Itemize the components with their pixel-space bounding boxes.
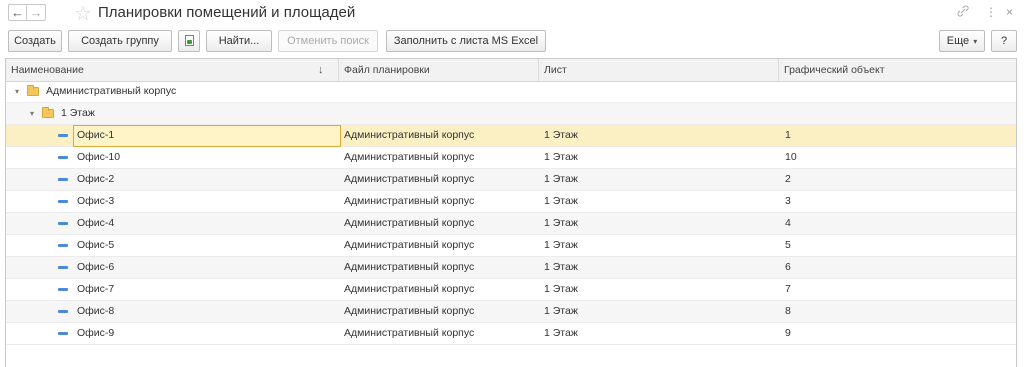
graphic-object-cell[interactable]: 7 — [785, 279, 791, 300]
sheet-cell[interactable]: 1 Этаж — [544, 257, 578, 278]
column-header-name[interactable]: Наименование — [6, 59, 340, 81]
back-button[interactable]: ← — [8, 4, 27, 21]
toolbar: Создать Создать группу Найти... Отменить… — [0, 30, 1024, 52]
file-cell[interactable]: Административный корпус — [344, 169, 474, 190]
sheet-cell[interactable]: 1 Этаж — [544, 323, 578, 344]
create-group-button[interactable]: Создать группу — [68, 30, 172, 52]
page-title: Планировки помещений и площадей — [98, 4, 356, 21]
link-icon-svg — [957, 5, 969, 17]
name-cell[interactable]: Офис-4 — [77, 213, 114, 234]
sheet-cell[interactable]: 1 Этаж — [544, 301, 578, 322]
item-icon — [58, 310, 68, 313]
group-label: 1 Этаж — [61, 107, 95, 119]
file-cell[interactable]: Административный корпус — [344, 301, 474, 322]
file-cell[interactable]: Административный корпус — [344, 147, 474, 168]
help-button[interactable]: ? — [991, 30, 1017, 52]
file-cell[interactable]: Административный корпус — [344, 235, 474, 256]
file-cell[interactable]: Административный корпус — [344, 323, 474, 344]
group-row[interactable]: ▾ Административный корпус — [6, 81, 1016, 103]
title-bar: ← → ☆ Планировки помещений и площадей ⋮ … — [0, 0, 1024, 26]
table-row[interactable]: Офис-6 Административный корпус 1 Этаж 6 — [6, 257, 1016, 279]
table-row[interactable]: Офис-9 Административный корпус 1 Этаж 9 — [6, 323, 1016, 345]
graphic-object-cell[interactable]: 2 — [785, 169, 791, 190]
sort-arrow-icon: ↓ — [318, 64, 324, 76]
find-button[interactable]: Найти... — [206, 30, 272, 52]
close-icon[interactable]: × — [1006, 5, 1013, 19]
name-cell[interactable]: Офис-5 — [77, 235, 114, 256]
table-row[interactable]: Офис-8 Административный корпус 1 Этаж 8 — [6, 301, 1016, 323]
name-cell[interactable]: Офис-1 — [77, 125, 114, 146]
table-row[interactable]: Офис-5 Административный корпус 1 Этаж 5 — [6, 235, 1016, 257]
item-icon — [58, 332, 68, 335]
sheet-cell[interactable]: 1 Этаж — [544, 191, 578, 212]
item-icon — [58, 288, 68, 291]
name-cell[interactable]: Офис-7 — [77, 279, 114, 300]
column-header-sheet[interactable]: Лист — [539, 59, 779, 81]
expand-toggle-icon[interactable]: ▾ — [15, 81, 19, 102]
name-cell[interactable]: Офис-2 — [77, 169, 114, 190]
document-icon — [184, 35, 194, 46]
table-row[interactable]: Офис-7 Административный корпус 1 Этаж 7 — [6, 279, 1016, 301]
create-button[interactable]: Создать — [8, 30, 62, 52]
name-cell[interactable]: Офис-9 — [77, 323, 114, 344]
file-cell[interactable]: Административный корпус — [344, 191, 474, 212]
expand-toggle-icon[interactable]: ▾ — [30, 103, 34, 124]
graphic-object-cell[interactable]: 8 — [785, 301, 791, 322]
table-row[interactable]: Офис-10 Административный корпус 1 Этаж 1… — [6, 147, 1016, 169]
table-row[interactable]: Офис-3 Административный корпус 1 Этаж 3 — [6, 191, 1016, 213]
more-label: Еще — [946, 35, 970, 47]
file-cell[interactable]: Административный корпус — [344, 279, 474, 300]
cancel-search-button[interactable]: Отменить поиск — [278, 30, 378, 52]
favorite-star-icon[interactable]: ☆ — [74, 1, 92, 26]
table-row[interactable]: Офис-2 Административный корпус 1 Этаж 2 — [6, 169, 1016, 191]
item-icon — [58, 266, 68, 269]
more-button[interactable]: Еще ▾ — [939, 30, 985, 52]
file-cell[interactable]: Административный корпус — [344, 257, 474, 278]
name-cell[interactable]: Офис-6 — [77, 257, 114, 278]
graphic-object-cell[interactable]: 3 — [785, 191, 791, 212]
sheet-cell[interactable]: 1 Этаж — [544, 279, 578, 300]
graphic-object-cell[interactable]: 6 — [785, 257, 791, 278]
column-header-graphic-object[interactable]: Графический объект — [779, 59, 1016, 81]
copy-button[interactable] — [178, 30, 200, 52]
item-icon — [58, 134, 68, 137]
graphic-object-cell[interactable]: 9 — [785, 323, 791, 344]
name-cell[interactable]: Офис-3 — [77, 191, 114, 212]
sheet-cell[interactable]: 1 Этаж — [544, 169, 578, 190]
chevron-down-icon: ▾ — [973, 37, 978, 46]
table-header: Наименование ↓ Файл планировки Лист Граф… — [6, 59, 1016, 82]
folder-icon — [42, 107, 54, 118]
sheet-cell[interactable]: 1 Этаж — [544, 213, 578, 234]
item-icon — [58, 200, 68, 203]
item-icon — [58, 222, 68, 225]
name-cell[interactable]: Офис-8 — [77, 301, 114, 322]
group-label: Административный корпус — [46, 85, 177, 97]
graphic-object-cell[interactable]: 10 — [785, 147, 797, 168]
graphic-object-cell[interactable]: 1 — [785, 125, 791, 146]
forward-button[interactable]: → — [27, 4, 46, 21]
table-row[interactable]: Офис-4 Административный корпус 1 Этаж 4 — [6, 213, 1016, 235]
table-row-selected[interactable]: Офис-1 Административный корпус 1 Этаж 1 — [6, 125, 1016, 147]
name-cell[interactable]: Офис-10 — [77, 147, 120, 168]
sheet-cell[interactable]: 1 Этаж — [544, 147, 578, 168]
item-icon — [58, 178, 68, 181]
group-row[interactable]: ▾ 1 Этаж — [6, 103, 1016, 125]
sheet-cell[interactable]: 1 Этаж — [544, 235, 578, 256]
column-header-file[interactable]: Файл планировки — [339, 59, 539, 81]
link-icon[interactable] — [957, 5, 969, 20]
fill-from-excel-button[interactable]: Заполнить с листа MS Excel — [386, 30, 546, 52]
file-cell[interactable]: Административный корпус — [344, 125, 474, 146]
graphic-object-cell[interactable]: 5 — [785, 235, 791, 256]
item-icon — [58, 244, 68, 247]
folder-icon — [27, 85, 39, 96]
data-table[interactable]: Наименование ↓ Файл планировки Лист Граф… — [5, 58, 1017, 367]
graphic-object-cell[interactable]: 4 — [785, 213, 791, 234]
item-icon — [58, 156, 68, 159]
more-actions-icon[interactable]: ⋮ — [985, 5, 997, 19]
file-cell[interactable]: Административный корпус — [344, 213, 474, 234]
sheet-cell[interactable]: 1 Этаж — [544, 125, 578, 146]
